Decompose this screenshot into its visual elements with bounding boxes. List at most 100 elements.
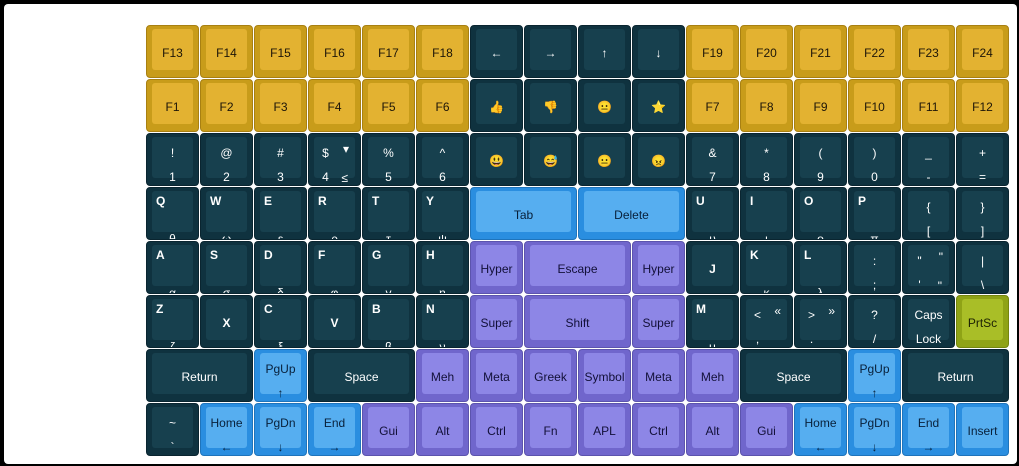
key-symbol[interactable]: Symbol [578,349,631,402]
key-f18[interactable]: F18 [416,25,469,78]
key-ctrl[interactable]: Ctrl [632,403,685,456]
key-z[interactable]: Zζ [146,295,199,348]
key-symbol[interactable]: & 7 [686,133,739,186]
key-w[interactable]: Wω [200,187,253,240]
key-f5[interactable]: F5 [362,79,415,132]
key-f17[interactable]: F17 [362,25,415,78]
key-return[interactable]: Return [146,349,253,402]
key-f[interactable]: Fφ [308,241,361,294]
key-alt[interactable]: Alt [686,403,739,456]
key-pgup[interactable]: PgUp ↑ [254,349,307,402]
key-symbol[interactable]: 😠 [632,133,685,186]
key-f23[interactable]: F23 [902,25,955,78]
key-f3[interactable]: F3 [254,79,307,132]
key-f22[interactable]: F22 [848,25,901,78]
key-symbol[interactable]: #3 [254,133,307,186]
key-symbol[interactable]: ↑ [578,25,631,78]
key-apl[interactable]: APL [578,403,631,456]
key-escape[interactable]: Escape [524,241,631,294]
key-symbol[interactable]: 👎 [524,79,577,132]
key-x[interactable]: X [200,295,253,348]
key-super[interactable]: Super [632,295,685,348]
key-symbol[interactable]: :; [848,241,901,294]
key-symbol[interactable]: }] [956,187,1009,240]
key-c[interactable]: Cξ [254,295,307,348]
key-symbol[interactable]: ? / [848,295,901,348]
key-meh[interactable]: Meh [416,349,469,402]
key-j[interactable]: J [686,241,739,294]
key-y[interactable]: Yψ [416,187,469,240]
key-insert[interactable]: Insert [956,403,1009,456]
key-symbol[interactable]: " ' " " [902,241,955,294]
key-symbol[interactable]: ! 1 [146,133,199,186]
key-symbol[interactable]: (9 [794,133,847,186]
key-symbol[interactable]: ) 0 [848,133,901,186]
key-r[interactable]: Rρ [308,187,361,240]
key-l[interactable]: Lλ [794,241,847,294]
key-symbol[interactable]: ^ 6 [416,133,469,186]
key-super[interactable]: Super [470,295,523,348]
key-symbol[interactable]: @2 [200,133,253,186]
key-f24[interactable]: F24 [956,25,1009,78]
key-end[interactable]: End → [902,403,955,456]
key-a[interactable]: Aα [146,241,199,294]
key-d[interactable]: Dδ [254,241,307,294]
key-f2[interactable]: F2 [200,79,253,132]
key-symbol[interactable]: + = [956,133,1009,186]
key-pgdn[interactable]: PgDn ↓ [848,403,901,456]
key-shift[interactable]: Shift [524,295,631,348]
key-symbol[interactable]: <, « [740,295,793,348]
key-meta[interactable]: Meta [470,349,523,402]
key-i[interactable]: Iι [740,187,793,240]
key-symbol[interactable]: 😐 [578,133,631,186]
key-f8[interactable]: F8 [740,79,793,132]
key-symbol[interactable]: ← [470,25,523,78]
key-f16[interactable]: F16 [308,25,361,78]
key-greek[interactable]: Greek [524,349,577,402]
key-meta[interactable]: Meta [632,349,685,402]
key-pgup[interactable]: PgUp ↑ [848,349,901,402]
key-e[interactable]: Eε [254,187,307,240]
key-symbol[interactable]: 👍 [470,79,523,132]
key-o[interactable]: Oο [794,187,847,240]
key-fn[interactable]: Fn [524,403,577,456]
key-h[interactable]: Hη [416,241,469,294]
key-k[interactable]: Kκ [740,241,793,294]
key-f20[interactable]: F20 [740,25,793,78]
key-f19[interactable]: F19 [686,25,739,78]
key-space[interactable]: Space [308,349,415,402]
key-symbol[interactable]: $4 ▾ ≤ [308,133,361,186]
key-f13[interactable]: F13 [146,25,199,78]
key-f4[interactable]: F4 [308,79,361,132]
key-f1[interactable]: F1 [146,79,199,132]
key-f9[interactable]: F9 [794,79,847,132]
key-symbol[interactable]: 😅 [524,133,577,186]
key-symbol[interactable]: >. » [794,295,847,348]
key-m[interactable]: Mμ [686,295,739,348]
key-f12[interactable]: F12 [956,79,1009,132]
key-hyper[interactable]: Hyper [470,241,523,294]
key-p[interactable]: Pπ [848,187,901,240]
key-symbol[interactable]: | \ [956,241,1009,294]
key-symbol[interactable]: 😃 [470,133,523,186]
key-n[interactable]: Nν [416,295,469,348]
key-return[interactable]: Return [902,349,1009,402]
key-symbol[interactable]: → [524,25,577,78]
key-f21[interactable]: F21 [794,25,847,78]
key-f6[interactable]: F6 [416,79,469,132]
key-delete[interactable]: Delete [578,187,685,240]
key-f10[interactable]: F10 [848,79,901,132]
key-pgdn[interactable]: PgDn ↓ [254,403,307,456]
key-b[interactable]: Bβ [362,295,415,348]
key-tab[interactable]: Tab [470,187,577,240]
key-space[interactable]: Space [740,349,847,402]
key-symbol[interactable]: * 8 [740,133,793,186]
key-u[interactable]: Uυ [686,187,739,240]
key-v[interactable]: V [308,295,361,348]
key-symbol[interactable]: ↓ [632,25,685,78]
key-meh[interactable]: Meh [686,349,739,402]
key-symbol[interactable]: % 5 [362,133,415,186]
key-symbol[interactable]: _ - [902,133,955,186]
key-f14[interactable]: F14 [200,25,253,78]
key-prtsc[interactable]: PrtSc [956,295,1009,348]
